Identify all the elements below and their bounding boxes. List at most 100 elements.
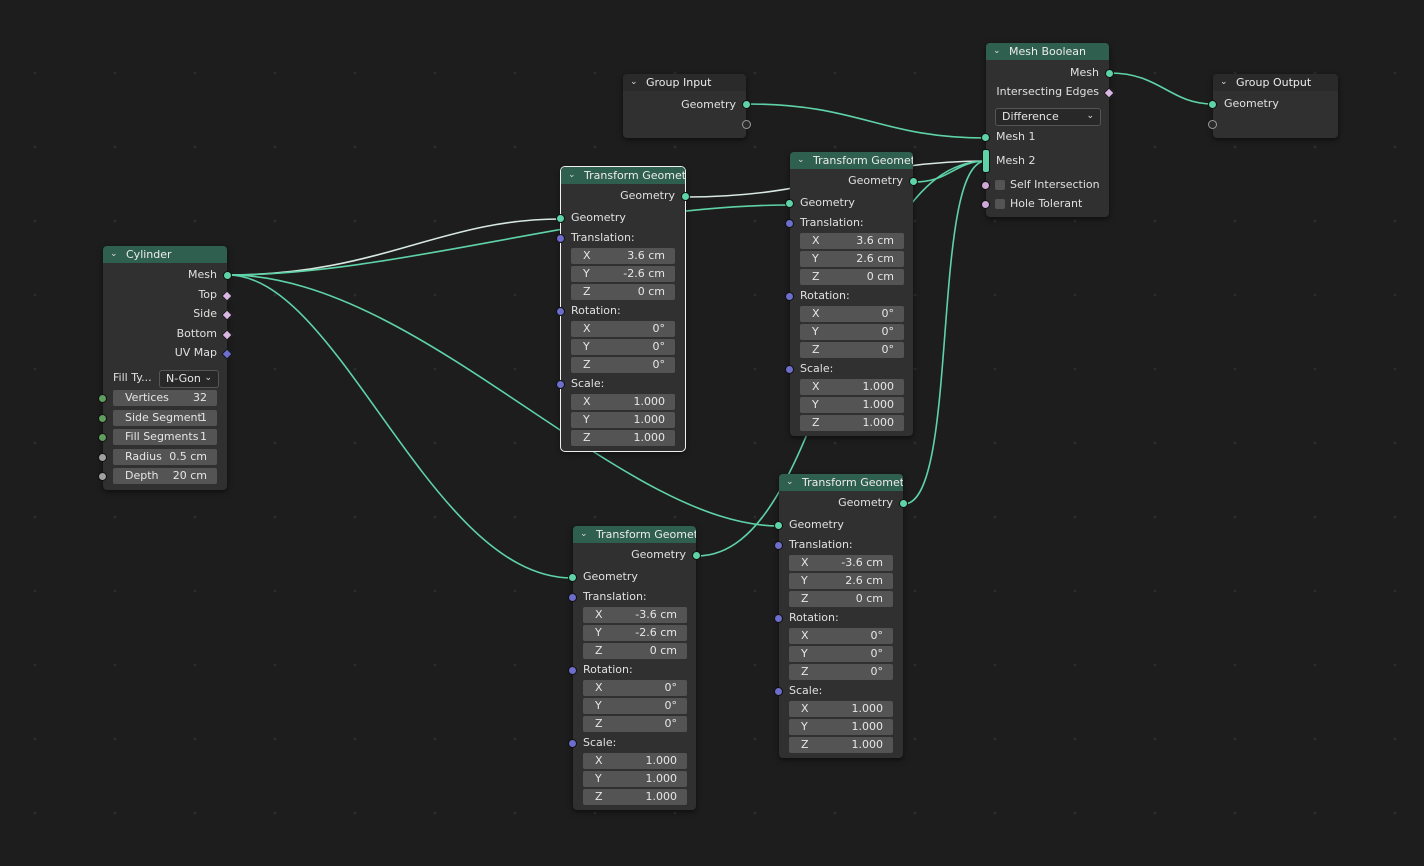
vertices-socket[interactable] [98,394,107,403]
rotation-y-field[interactable]: Y 0° [789,646,893,662]
rotation-y-field[interactable]: Y 0° [800,324,904,340]
scale-socket[interactable] [568,739,577,748]
cylinder-header[interactable]: ⌄ Cylinder [103,246,227,263]
rotation-z-field[interactable]: Z 0° [800,342,904,358]
mesh2-multi-input-socket[interactable] [982,149,990,173]
cylinder-node[interactable]: ⌄ Cylinder Mesh Top Side Bottom UV Map F… [98,246,233,490]
scale-x-field[interactable]: X 1.000 [571,394,675,410]
geometry-output-socket[interactable] [899,499,908,508]
scale-z-field[interactable]: Z 1.000 [571,430,675,446]
self-intersection-checkbox[interactable] [995,180,1005,190]
translation-z-field[interactable]: Z 0 cm [800,269,904,285]
hole-tolerant-socket[interactable] [981,200,990,209]
chevron-down-icon[interactable]: ⌄ [630,74,638,91]
mesh-output-socket[interactable] [1105,69,1114,78]
chevron-down-icon[interactable]: ⌄ [1220,74,1228,91]
rotation-z-field[interactable]: Z 0° [571,357,675,373]
translation-socket[interactable] [568,593,577,602]
rotation-x-field[interactable]: X 0° [800,306,904,322]
rotation-y-field[interactable]: Y 0° [571,339,675,355]
scale-socket[interactable] [785,365,794,374]
geometry-output-socket[interactable] [681,192,690,201]
group-input-header[interactable]: ⌄ Group Input [623,74,746,91]
rotation-x-field[interactable]: X 0° [789,628,893,644]
group-output-node[interactable]: ⌄ Group Output Geometry [1208,74,1338,138]
translation-z-field[interactable]: Z 0 cm [789,591,893,607]
transform-geometry-header[interactable]: ⌄ Transform Geometry [790,152,913,169]
translation-y-field[interactable]: Y -2.6 cm [583,625,687,641]
scale-x-field[interactable]: X 1.000 [800,379,904,395]
rotation-x-field[interactable]: X 0° [571,321,675,337]
translation-y-field[interactable]: Y 2.6 cm [800,251,904,267]
transform-geometry-header[interactable]: ⌄ Transform Geometry [561,167,685,184]
rotation-socket[interactable] [568,666,577,675]
chevron-down-icon[interactable]: ⌄ [993,43,1001,60]
translation-socket[interactable] [774,541,783,550]
scale-z-field[interactable]: Z 1.000 [583,789,687,805]
translation-z-field[interactable]: Z 0 cm [583,643,687,659]
operation-dropdown[interactable]: Difference ⌄ [995,108,1101,126]
group-output-geometry-socket[interactable] [1208,100,1217,109]
chevron-down-icon[interactable]: ⌄ [786,474,794,491]
rotation-z-field[interactable]: Z 0° [789,664,893,680]
rotation-socket[interactable] [774,614,783,623]
translation-socket[interactable] [785,219,794,228]
transform-geometry-node[interactable]: ⌄ Transform Geometry Geometry Geometry Trans… [774,474,908,758]
side-segments-field[interactable]: Side Segment 1 [113,410,217,426]
translation-x-field[interactable]: X 3.6 cm [571,248,675,264]
scale-y-field[interactable]: Y 1.000 [789,719,893,735]
fill-segments-socket[interactable] [98,433,107,442]
geometry-output-socket[interactable] [909,177,918,186]
mesh-boolean-node[interactable]: ⌄ Mesh Boolean Mesh Intersecting Edges D… [981,43,1115,217]
radius-socket[interactable] [98,453,107,462]
scale-y-field[interactable]: Y 1.000 [571,412,675,428]
group-output-empty-socket[interactable] [1208,120,1217,129]
translation-x-field[interactable]: X -3.6 cm [789,555,893,571]
transform-geometry-header[interactable]: ⌄ Transform Geometry [573,526,696,543]
side-segments-socket[interactable] [98,414,107,423]
chevron-down-icon[interactable]: ⌄ [580,526,588,543]
cylinder-mesh-socket[interactable] [223,271,232,280]
scale-y-field[interactable]: Y 1.000 [583,771,687,787]
group-input-geometry-socket[interactable] [742,100,751,109]
group-input-node[interactable]: ⌄ Group Input Geometry [623,74,751,138]
geometry-input-socket[interactable] [774,521,783,530]
rotation-y-field[interactable]: Y 0° [583,698,687,714]
rotation-z-field[interactable]: Z 0° [583,716,687,732]
radius-field[interactable]: Radius 0.5 cm [113,449,217,465]
transform-geometry-node[interactable]: ⌄ Transform Geometry Geometry Geometry Trans… [568,526,701,810]
group-input-empty-socket[interactable] [742,120,751,129]
geometry-input-socket[interactable] [556,214,565,223]
translation-z-field[interactable]: Z 0 cm [571,284,675,300]
translation-y-field[interactable]: Y 2.6 cm [789,573,893,589]
chevron-down-icon[interactable]: ⌄ [110,246,118,263]
mesh-boolean-header[interactable]: ⌄ Mesh Boolean [986,43,1109,60]
rotation-socket[interactable] [556,307,565,316]
scale-socket[interactable] [774,687,783,696]
geometry-input-socket[interactable] [785,199,794,208]
rotation-x-field[interactable]: X 0° [583,680,687,696]
self-intersection-socket[interactable] [981,181,990,190]
transform-geometry-node[interactable]: ⌄ Transform Geometry Geometry Geometry Trans… [556,166,690,452]
scale-x-field[interactable]: X 1.000 [583,753,687,769]
hole-tolerant-checkbox[interactable] [995,199,1005,209]
group-output-header[interactable]: ⌄ Group Output [1213,74,1338,91]
translation-x-field[interactable]: X 3.6 cm [800,233,904,249]
transform-geometry-header[interactable]: ⌄ Transform Geometry [779,474,903,491]
scale-y-field[interactable]: Y 1.000 [800,397,904,413]
scale-x-field[interactable]: X 1.000 [789,701,893,717]
depth-field[interactable]: Depth 20 cm [113,468,217,484]
translation-socket[interactable] [556,234,565,243]
depth-socket[interactable] [98,472,107,481]
chevron-down-icon[interactable]: ⌄ [568,167,576,184]
mesh1-socket[interactable] [981,133,990,142]
rotation-socket[interactable] [785,292,794,301]
scale-socket[interactable] [556,380,565,389]
vertices-field[interactable]: Vertices 32 [113,390,217,406]
fill-type-dropdown[interactable]: N-Gon ⌄ [159,370,219,388]
chevron-down-icon[interactable]: ⌄ [797,152,805,169]
geometry-output-socket[interactable] [692,551,701,560]
fill-segments-field[interactable]: Fill Segments 1 [113,429,217,445]
translation-y-field[interactable]: Y -2.6 cm [571,266,675,282]
scale-z-field[interactable]: Z 1.000 [800,415,904,431]
